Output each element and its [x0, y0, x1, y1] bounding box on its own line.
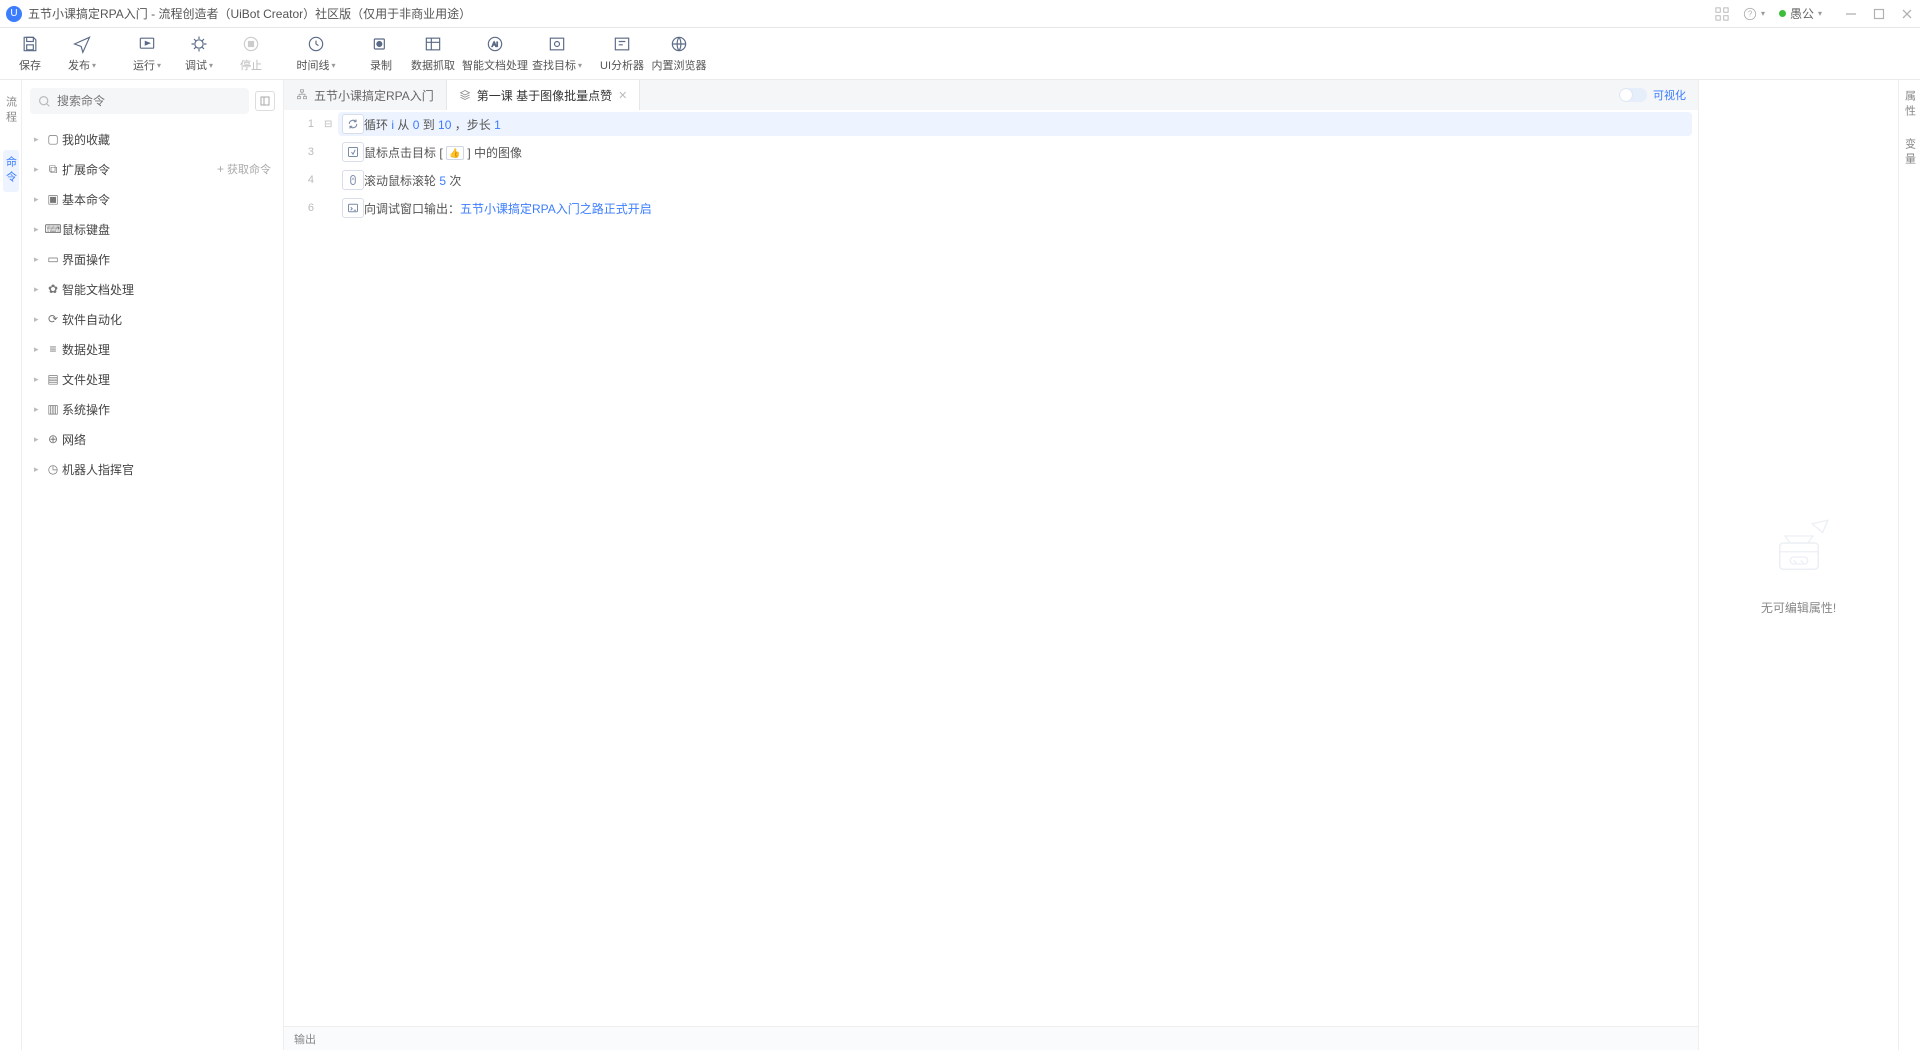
app-logo: U	[6, 6, 22, 22]
properties-panel: 无可编辑属性!	[1698, 80, 1898, 1050]
toolbar: 保存 发布▾ 运行▾ 调试▾ 停止 时间线▾ 录制	[0, 28, 1920, 80]
flowchart-icon	[296, 89, 308, 101]
rightstrip-properties[interactable]: 属性	[1902, 90, 1918, 120]
title-bar: U 五节小课搞定RPA入门 - 流程创造者（UiBot Creator）社区版（…	[0, 0, 1920, 28]
command-tree: ▸▢我的收藏 ▸⧉扩展命令 +获取命令 ▸▣基本命令 ▸⌨鼠标键盘 ▸▭界面操作…	[22, 122, 283, 1050]
svg-text:AI: AI	[492, 42, 498, 49]
search-icon	[38, 95, 51, 108]
timeline-button[interactable]: 时间线▾	[290, 28, 342, 80]
editor-area: 五节小课搞定RPA入门 第一课 基于图像批量点赞 ✕ 可视化 1 ⊟ 循环 i …	[284, 80, 1698, 1050]
globe-icon: ⊕	[44, 432, 62, 446]
sidebar-item-data[interactable]: ▸≡数据处理	[22, 334, 283, 364]
right-strip: 属性 变量	[1898, 80, 1920, 1050]
sidebar-item-file[interactable]: ▸▤文件处理	[22, 364, 283, 394]
findtarget-button[interactable]: 查找目标▾	[531, 28, 583, 80]
stop-button: 停止	[225, 28, 277, 80]
target-thumbnail[interactable]: 👍	[446, 146, 464, 160]
sidebar-item-system[interactable]: ▸▥系统操作	[22, 394, 283, 424]
publish-button[interactable]: 发布▾	[56, 28, 108, 80]
get-command-link[interactable]: +获取命令	[217, 161, 271, 177]
browser-button[interactable]: 内置浏览器	[648, 28, 710, 80]
step-3[interactable]: 3 鼠标点击目标 [ 👍 ] 中的图像	[284, 138, 1698, 166]
tab-project[interactable]: 五节小课搞定RPA入门	[284, 80, 447, 110]
line-number: 4	[284, 174, 324, 186]
sidebar-item-ui[interactable]: ▸▭界面操作	[22, 244, 283, 274]
mouse-icon: ⌨	[44, 222, 62, 236]
step-4[interactable]: 4 滚动鼠标滚轮 5 次	[284, 166, 1698, 194]
data-icon: ≡	[44, 342, 62, 356]
close-tab-icon[interactable]: ✕	[618, 89, 627, 102]
left-strip: 流程 命令	[0, 80, 22, 1050]
click-icon	[342, 142, 364, 162]
sidebar-item-mousekey[interactable]: ▸⌨鼠标键盘	[22, 214, 283, 244]
window-title: 五节小课搞定RPA入门 - 流程创造者（UiBot Creator）社区版（仅用…	[28, 5, 1715, 22]
loop-icon	[342, 114, 364, 134]
fold-icon[interactable]: ⊟	[324, 119, 338, 130]
auto-icon: ⟳	[44, 312, 62, 326]
empty-box-icon	[1764, 515, 1834, 585]
search-input[interactable]	[57, 94, 241, 108]
user-menu[interactable]: 愚公 ▾	[1779, 5, 1822, 22]
file-icon: ▤	[44, 372, 62, 386]
main-area: 流程 命令 ▸▢我的收藏 ▸⧉扩展命令 +获取命令 ▸▣基本命令 ▸⌨鼠标键盘 …	[0, 80, 1920, 1050]
cube-icon: ▣	[44, 192, 62, 206]
sidebar-item-basic[interactable]: ▸▣基本命令	[22, 184, 283, 214]
visualization-toggle[interactable]: 可视化	[1619, 80, 1698, 110]
user-name: 愚公	[1790, 5, 1814, 22]
window-icon: ▭	[44, 252, 62, 266]
monitor-icon: ▥	[44, 402, 62, 416]
minimize-button[interactable]	[1844, 8, 1858, 20]
folder-icon: ▢	[44, 132, 62, 146]
command-sidebar: ▸▢我的收藏 ▸⧉扩展命令 +获取命令 ▸▣基本命令 ▸⌨鼠标键盘 ▸▭界面操作…	[22, 80, 284, 1050]
save-button[interactable]: 保存	[4, 28, 56, 80]
scroll-icon	[342, 170, 364, 190]
svg-text:?: ?	[1748, 9, 1753, 18]
leftstrip-command[interactable]: 命令	[3, 150, 19, 192]
puzzle-icon: ⧉	[44, 162, 62, 177]
empty-properties-message: 无可编辑属性!	[1761, 599, 1836, 616]
code-editor[interactable]: 1 ⊟ 循环 i 从 0 到 10 ，步长 1 3 鼠标点击目标 [ 👍 ] 中…	[284, 110, 1698, 1026]
uianalyzer-button[interactable]: UI分析器	[596, 28, 648, 80]
sidebar-item-docai[interactable]: ▸✿智能文档处理	[22, 274, 283, 304]
sidebar-item-commander[interactable]: ▸◷机器人指挥官	[22, 454, 283, 484]
sidebar-item-software[interactable]: ▸⟳软件自动化	[22, 304, 283, 334]
apps-icon[interactable]	[1715, 7, 1729, 21]
close-button[interactable]	[1900, 8, 1914, 20]
search-box[interactable]	[30, 88, 249, 114]
sidebar-item-favorites[interactable]: ▸▢我的收藏	[22, 124, 283, 154]
run-button[interactable]: 运行▾	[121, 28, 173, 80]
output-icon	[342, 198, 364, 218]
line-number: 3	[284, 146, 324, 158]
stack-icon	[459, 89, 471, 101]
output-panel-header[interactable]: 输出	[284, 1026, 1698, 1050]
docai-button[interactable]: AI 智能文档处理	[459, 28, 531, 80]
rightstrip-variables[interactable]: 变量	[1902, 138, 1918, 168]
leftstrip-flow[interactable]: 流程	[3, 90, 19, 132]
help-menu[interactable]: ? ▾	[1743, 7, 1765, 21]
gear-icon: ✿	[44, 282, 62, 296]
line-number: 1	[284, 118, 324, 130]
tab-file[interactable]: 第一课 基于图像批量点赞 ✕	[447, 80, 641, 110]
step-1[interactable]: 1 ⊟ 循环 i 从 0 到 10 ，步长 1	[284, 110, 1698, 138]
record-button[interactable]: 录制	[355, 28, 407, 80]
sidebar-item-extensions[interactable]: ▸⧉扩展命令 +获取命令	[22, 154, 283, 184]
maximize-button[interactable]	[1872, 8, 1886, 20]
status-dot-icon	[1779, 10, 1786, 17]
editor-tabs: 五节小课搞定RPA入门 第一课 基于图像批量点赞 ✕ 可视化	[284, 80, 1698, 110]
datagrab-button[interactable]: 数据抓取	[407, 28, 459, 80]
sidebar-item-network[interactable]: ▸⊕网络	[22, 424, 283, 454]
robot-icon: ◷	[44, 462, 62, 476]
debug-button[interactable]: 调试▾	[173, 28, 225, 80]
step-6[interactable]: 6 向调试窗口输出：五节小课搞定RPA入门之路正式开启	[284, 194, 1698, 222]
collapse-sidebar-button[interactable]	[255, 91, 275, 111]
line-number: 6	[284, 202, 324, 214]
